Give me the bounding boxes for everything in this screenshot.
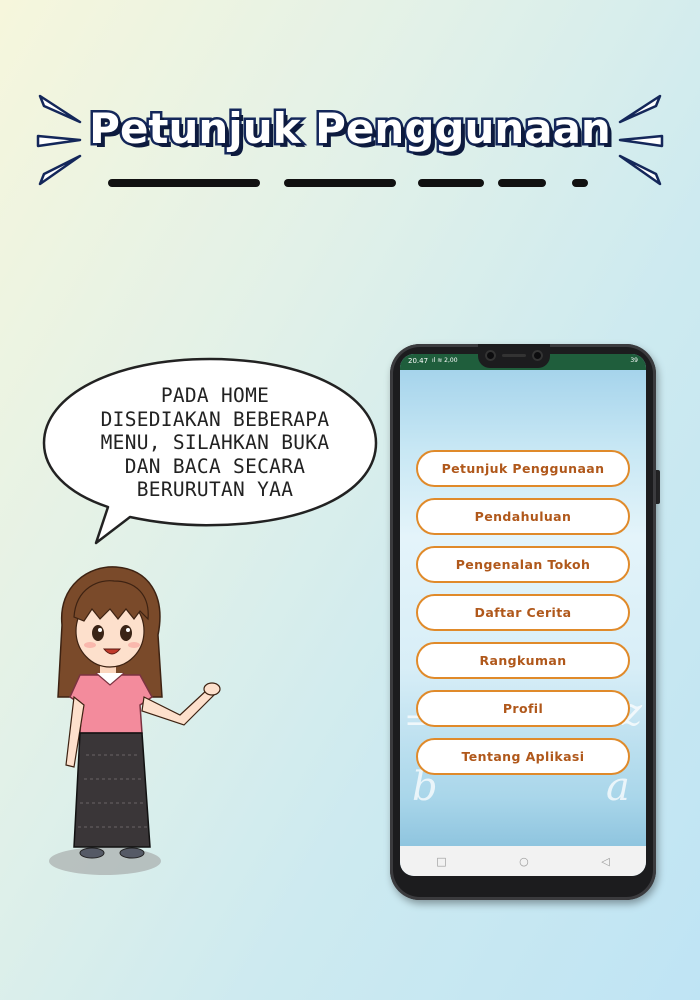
recent-apps-icon[interactable]: □ [436,855,446,868]
signal-icon: ıl ≋ 2,00 [432,357,458,364]
battery-icon: 39 [630,357,638,364]
speech-bubble-text: PADA HOME DISEDIAKAN BEBERAPA MENU, SILA… [100,384,330,501]
title-underline-dash [108,179,260,187]
page-title: Petunjuk Penggunaan [87,102,614,156]
menu-button-daftar-cerita[interactable]: Daftar Cerita [416,594,630,631]
burst-lines-left-icon [36,94,82,186]
status-time: 20.47 [408,357,429,365]
menu-button-profil[interactable]: Profil [416,690,630,727]
phone-screen: 20.47 ıl ≋ 2,00 39 = c z b ^ a Petunjuk … [400,354,646,876]
girl-character-illustration [49,566,221,875]
title-underline-dash [498,179,546,187]
title-underline-dash [418,179,484,187]
home-icon[interactable]: ○ [519,855,529,868]
phone-side-button [656,470,660,504]
menu-button-pendahuluan[interactable]: Pendahuluan [416,498,630,535]
front-camera-icon [485,350,496,361]
phone-mockup: 20.47 ıl ≋ 2,00 39 = c z b ^ a Petunjuk … [390,344,656,900]
earpiece-speaker [502,354,526,357]
android-nav-bar: □ ○ ◁ [400,846,646,876]
menu-button-pengenalan-tokoh[interactable]: Pengenalan Tokoh [416,546,630,583]
menu-button-rangkuman[interactable]: Rangkuman [416,642,630,679]
front-camera-icon [532,350,543,361]
burst-lines-right-icon [618,94,664,186]
main-menu: Petunjuk Penggunaan Pendahuluan Pengenal… [416,450,630,786]
title-underline-dash [284,179,396,187]
phone-notch [478,344,550,368]
title-underline-dash [572,179,588,187]
menu-button-tentang-aplikasi[interactable]: Tentang Aplikasi [416,738,630,775]
back-icon[interactable]: ◁ [601,855,609,868]
menu-button-petunjuk-penggunaan[interactable]: Petunjuk Penggunaan [416,450,630,487]
